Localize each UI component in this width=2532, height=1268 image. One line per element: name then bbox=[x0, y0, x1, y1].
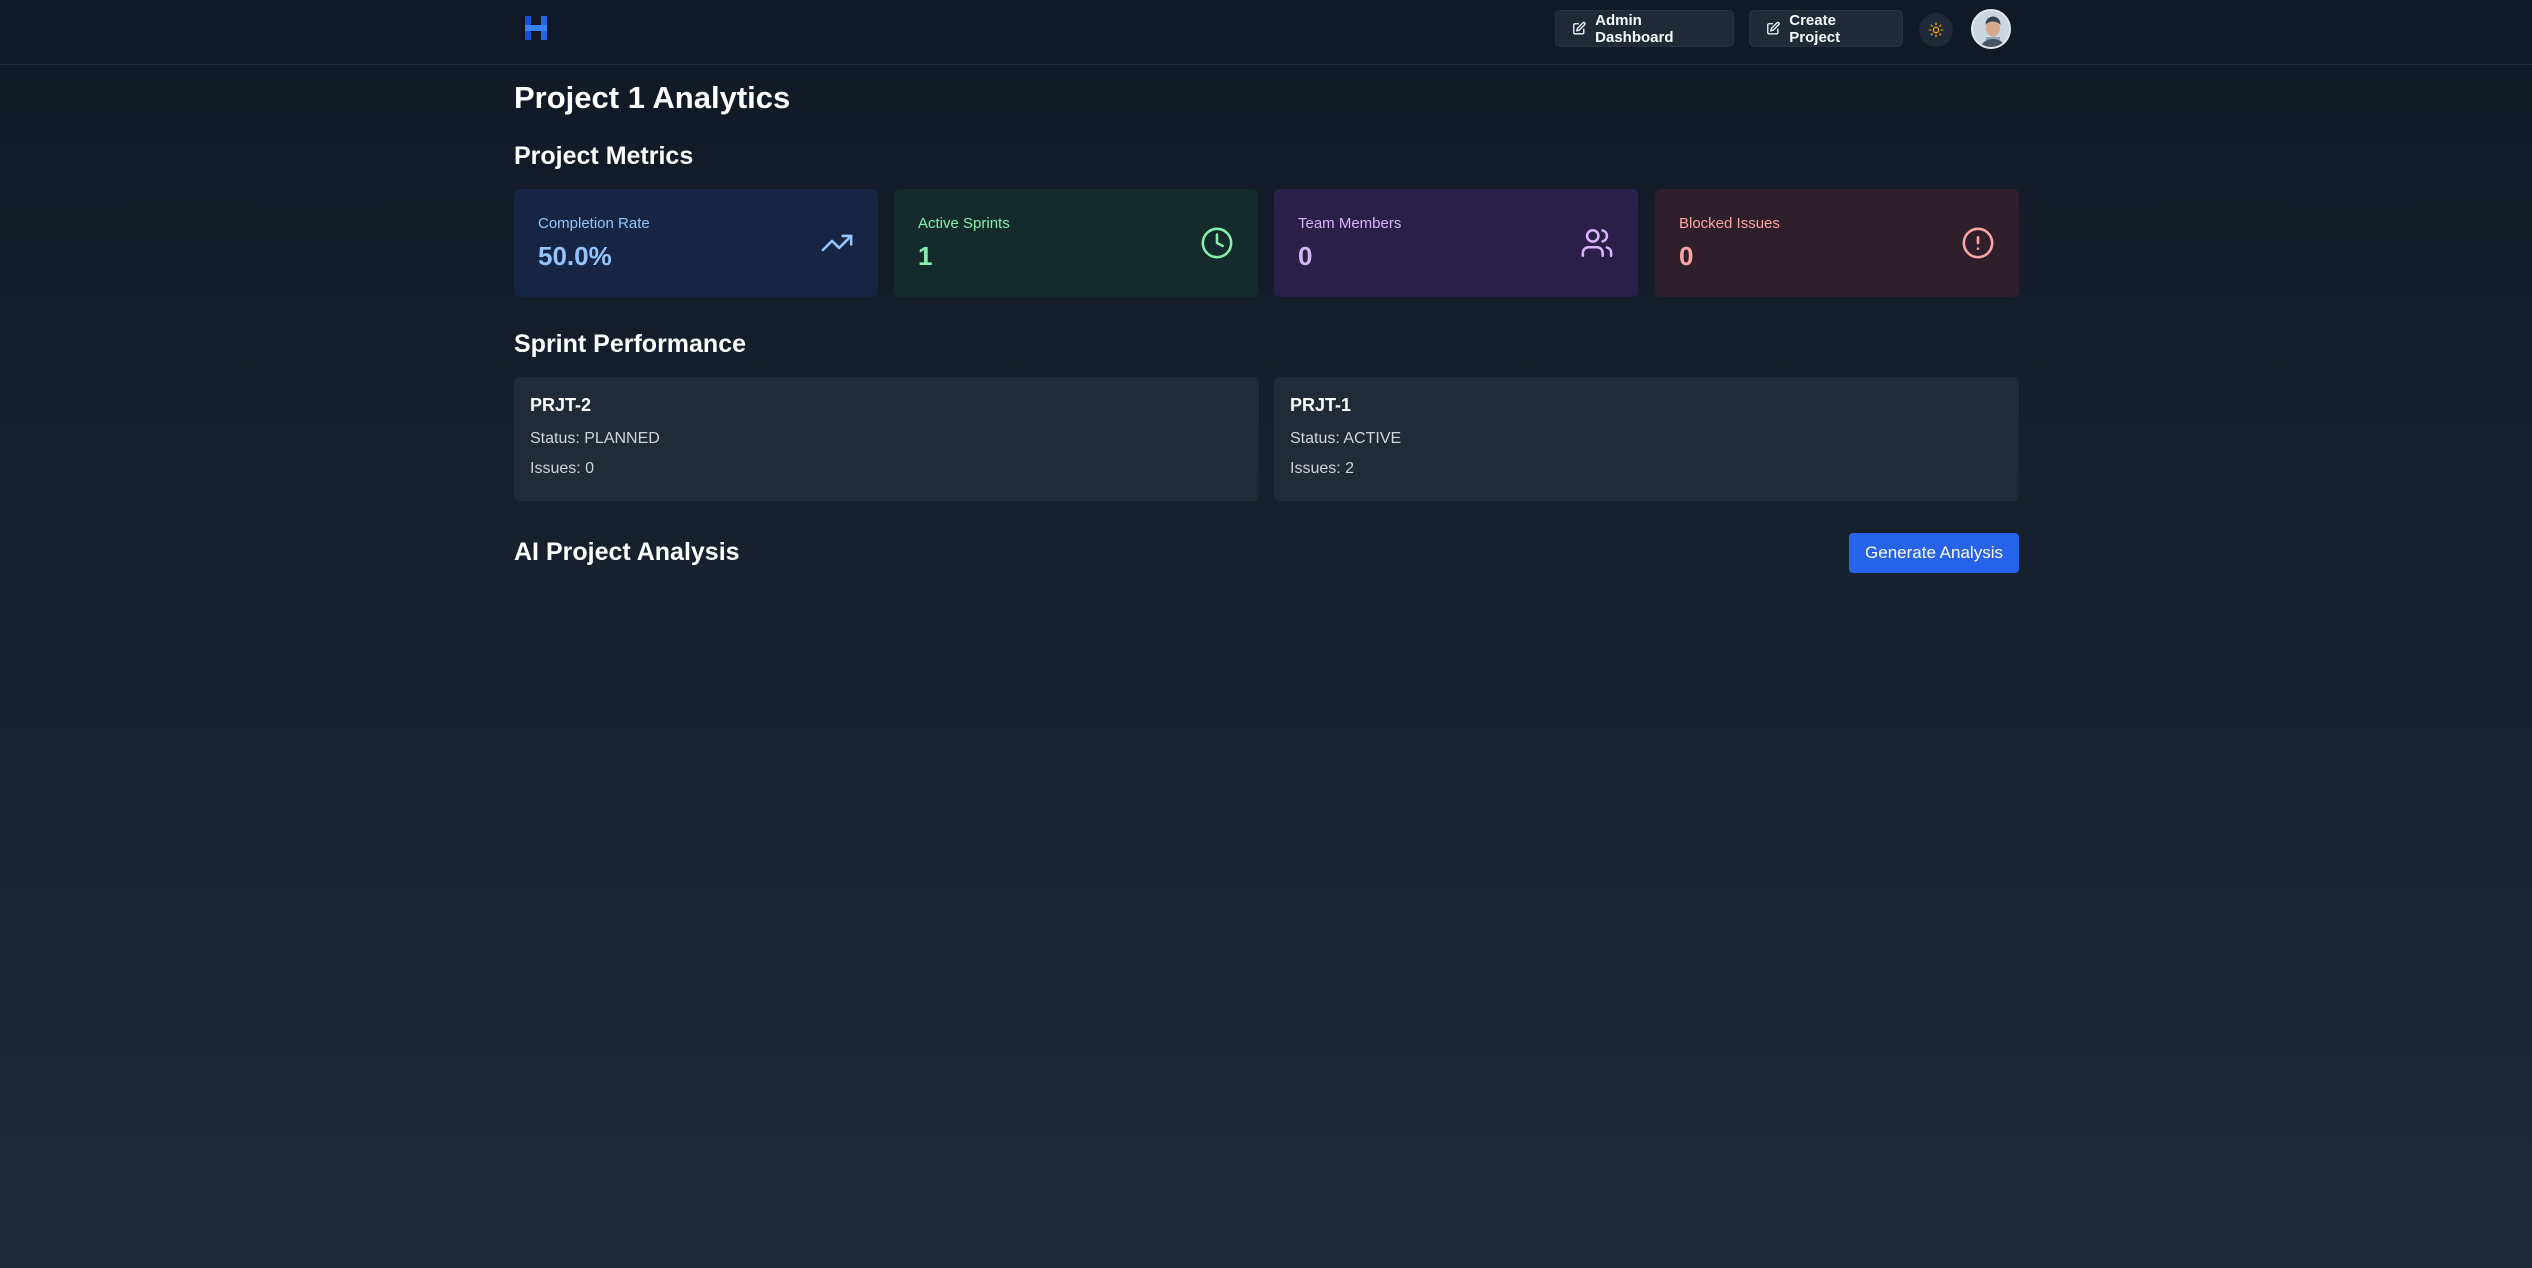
clock-icon bbox=[1201, 227, 1233, 259]
metric-label: Team Members bbox=[1298, 215, 1402, 232]
metric-value: 0 bbox=[1298, 241, 1313, 271]
metric-card-completion-rate: Completion Rate 50.0% bbox=[514, 189, 878, 297]
admin-dashboard-button[interactable]: Admin Dashboard bbox=[1555, 10, 1734, 47]
metric-card-blocked-issues: Blocked Issues 0 bbox=[1655, 189, 2019, 297]
sun-icon bbox=[1928, 22, 1944, 38]
create-project-label: Create Project bbox=[1789, 11, 1841, 46]
metric-card-team-members: Team Members 0 bbox=[1274, 189, 1638, 297]
metric-label: Completion Rate bbox=[538, 215, 650, 232]
metric-value: 0 bbox=[1679, 241, 1694, 271]
metric-label: Active Sprints bbox=[918, 215, 1010, 232]
edit-icon bbox=[1767, 21, 1780, 35]
sprint-name: PRJT-2 bbox=[530, 395, 592, 415]
sprint-card-prjt-1[interactable]: PRJT-1 Status: ACTIVE Issues: 2 bbox=[1274, 377, 2019, 501]
create-project-button[interactable]: Create Project bbox=[1749, 10, 1903, 47]
page-title: Project 1 Analytics bbox=[514, 80, 791, 115]
top-navbar: Admin Dashboard Create Project bbox=[0, 0, 2532, 65]
sprint-section-title: Sprint Performance bbox=[514, 330, 747, 358]
sprint-status: Status: ACTIVE bbox=[1290, 430, 1402, 447]
ai-analysis-section-title: AI Project Analysis bbox=[514, 538, 740, 566]
user-avatar[interactable] bbox=[1971, 9, 2011, 49]
generate-analysis-button[interactable]: Generate Analysis bbox=[1849, 533, 2019, 573]
admin-dashboard-label: Admin Dashboard bbox=[1595, 11, 1674, 46]
sprint-card-prjt-2[interactable]: PRJT-2 Status: PLANNED Issues: 0 bbox=[514, 377, 1259, 501]
theme-toggle-button[interactable] bbox=[1919, 13, 1953, 47]
trending-up-icon bbox=[821, 234, 853, 252]
app-logo[interactable] bbox=[522, 12, 550, 44]
metric-card-active-sprints: Active Sprints 1 bbox=[894, 189, 1258, 297]
metric-value: 50.0% bbox=[538, 241, 612, 271]
metric-label: Blocked Issues bbox=[1679, 215, 1780, 232]
avatar-image bbox=[1973, 11, 2009, 47]
sprint-issues: Issues: 2 bbox=[1290, 460, 1355, 477]
edit-icon bbox=[1573, 21, 1586, 35]
sprint-status: Status: PLANNED bbox=[530, 430, 660, 447]
metric-value: 1 bbox=[918, 241, 933, 271]
users-icon bbox=[1581, 228, 1613, 258]
sprint-issues: Issues: 0 bbox=[530, 460, 595, 477]
alert-circle-icon bbox=[1962, 227, 1994, 259]
sprint-name: PRJT-1 bbox=[1290, 395, 1352, 415]
metrics-section-title: Project Metrics bbox=[514, 142, 694, 170]
